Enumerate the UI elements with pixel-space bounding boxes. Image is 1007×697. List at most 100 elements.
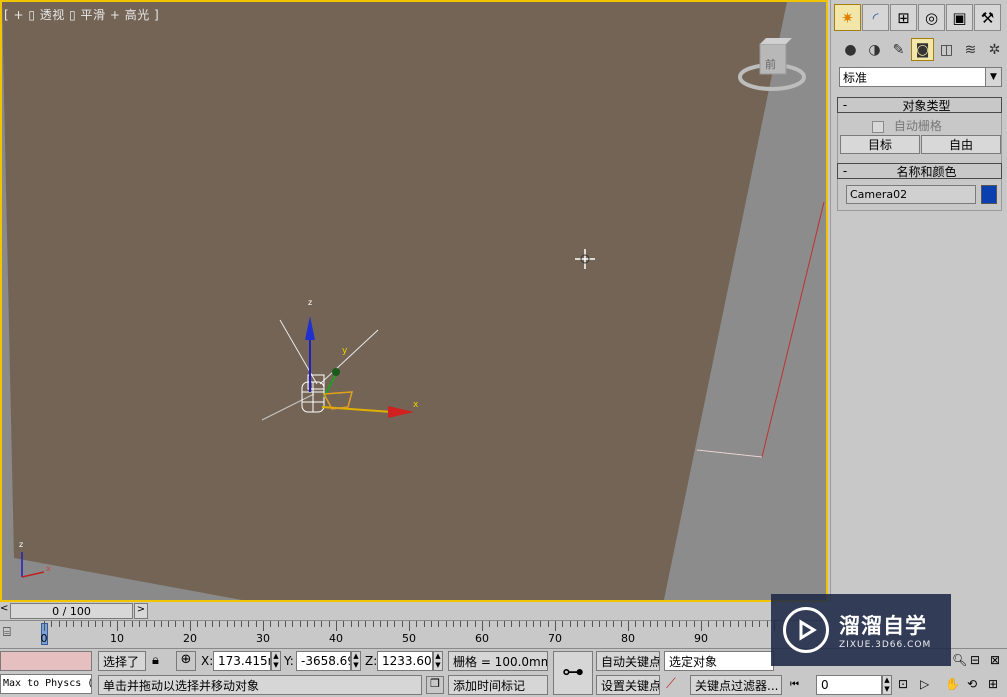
time-next-button[interactable]: > — [134, 603, 148, 619]
timeline-tick-label: 90 — [694, 632, 708, 645]
time-prev-button[interactable]: < — [0, 603, 9, 619]
viewport-label[interactable]: [ + ▯ 透视 ▯ 平滑 + 高光 ] — [4, 6, 159, 23]
timeline-tick — [518, 621, 520, 627]
collapse-icon[interactable]: - — [838, 98, 852, 112]
perspective-viewport[interactable]: [ + ▯ 透视 ▯ 平滑 + 高光 ] 前 z y x z x — [0, 0, 828, 602]
timeline-tick — [255, 621, 257, 627]
x-spinner[interactable]: ▲ ▼ — [271, 651, 281, 671]
modify-tab-icon[interactable]: ◜ — [862, 4, 889, 31]
timeline-tick — [708, 621, 710, 627]
cameras-icon[interactable]: ◙ — [911, 38, 934, 61]
timeline-tick — [306, 621, 308, 627]
timeline-tick — [350, 621, 352, 627]
y-spinner[interactable]: ▲ ▼ — [351, 651, 361, 671]
z-coordinate-input[interactable]: 1233.604m — [377, 651, 433, 671]
chevron-down-icon[interactable]: ▼ — [985, 68, 1001, 86]
timeline-tick-label: 80 — [621, 632, 635, 645]
hierarchy-tab-icon[interactable]: ⊞ — [890, 4, 917, 31]
goto-start-icon[interactable]: ⏮ — [790, 679, 799, 690]
z-spinner[interactable]: ▲ ▼ — [433, 651, 443, 671]
time-slider-bar: < 0 / 100 > — [0, 602, 828, 620]
systems-icon[interactable]: ✲ — [983, 38, 1006, 61]
timeline-tick-label: 10 — [110, 632, 124, 645]
timeline-tick — [555, 621, 556, 631]
maxscript-mini-listener[interactable]: Max to Physcs ( — [0, 674, 92, 694]
shapes-icon[interactable]: ◑ — [863, 38, 886, 61]
orbit-icon[interactable]: ⟲ — [967, 677, 977, 691]
timeline-tick-label: 20 — [183, 632, 197, 645]
pan-icon[interactable]: ✋ — [945, 677, 960, 691]
geometry-icon[interactable]: ● — [839, 38, 862, 61]
target-camera-button[interactable]: 目标 — [840, 135, 920, 154]
lights-icon[interactable]: ✎ — [887, 38, 910, 61]
absolute-mode-icon[interactable]: ⊕ — [176, 651, 196, 671]
timeline-tick — [153, 621, 155, 627]
timeline-tick — [226, 621, 228, 627]
name-color-rollout: - 名称和颜色 Camera02 — [837, 163, 1002, 211]
timeline-tick — [241, 621, 243, 627]
utilities-tab-icon[interactable]: ⚒ — [974, 4, 1001, 31]
motion-tab-icon[interactable]: ◎ — [918, 4, 945, 31]
zoom-extents-icon[interactable]: ⊠ — [990, 653, 1000, 667]
category-dropdown[interactable]: 标准 ▼ — [839, 67, 1002, 87]
timeline-ruler[interactable]: ⌸ 0 10 20 30 40 50 60 70 80 90 — [0, 620, 828, 648]
timeline-tick — [138, 621, 140, 627]
current-frame-input[interactable]: 0 — [816, 675, 882, 695]
timeline-tick — [766, 621, 768, 627]
create-tab-icon[interactable]: ✷ — [834, 4, 861, 31]
timeline-tick-label: 0 — [40, 632, 48, 645]
selection-set-dropdown[interactable]: 选定对象 — [664, 651, 774, 671]
timeline-tick — [649, 621, 651, 627]
set-key-icon[interactable]: ⊶ — [553, 651, 593, 695]
timeline-tick — [58, 621, 60, 627]
corner-axis-x-label: x — [46, 564, 51, 573]
corner-axis-z-label: z — [19, 540, 24, 549]
zoom-icon[interactable]: 🔍︎ — [952, 653, 967, 667]
maxscript-listener-pink[interactable] — [0, 651, 92, 671]
frame-spinner[interactable]: ▲ ▼ — [882, 675, 892, 695]
timeline-tick — [65, 621, 67, 627]
timeline-tick — [263, 621, 264, 631]
timeline-tick — [533, 621, 535, 627]
collapse-icon[interactable]: - — [838, 164, 852, 178]
display-tab-icon[interactable]: ▣ — [946, 4, 973, 31]
timeline-tick — [474, 621, 476, 627]
timeline-tick — [496, 621, 498, 627]
curve-editor-icon[interactable]: ⟋ — [666, 676, 686, 694]
helpers-icon[interactable]: ◫ — [935, 38, 958, 61]
time-slider[interactable]: 0 / 100 — [10, 603, 133, 619]
lock-icon[interactable]: 🔒︎ — [152, 653, 159, 668]
checkbox-icon[interactable] — [872, 120, 884, 133]
spacewarps-icon[interactable]: ≋ — [959, 38, 982, 61]
auto-grid-checkbox[interactable]: 自动栅格 — [872, 117, 942, 134]
key-filters-button[interactable]: 关键点过滤器... — [690, 675, 782, 695]
timeline-tick — [620, 621, 622, 627]
name-color-rollout-header[interactable]: - 名称和颜色 — [837, 163, 1002, 179]
time-tag-icon[interactable]: ❐ — [426, 676, 444, 694]
maximize-viewport-icon[interactable]: ⊞ — [988, 677, 998, 691]
object-name-input[interactable]: Camera02 — [846, 185, 976, 204]
free-camera-button[interactable]: 自由 — [921, 135, 1001, 154]
timeline-tick — [277, 621, 279, 627]
timeline-tick — [387, 621, 389, 627]
x-coordinate-input[interactable]: 173.415mr — [213, 651, 271, 671]
command-panel: ✷ ◜ ⊞ ◎ ▣ ⚒ ● ◑ ✎ ◙ ◫ ≋ ✲ 标准 ▼ - 对象类型 自动… — [830, 0, 1007, 602]
object-color-swatch[interactable] — [981, 185, 997, 204]
timeline-tick — [584, 621, 586, 627]
play-icon[interactable]: ▷ — [920, 677, 929, 691]
auto-key-button[interactable]: 自动关键点 — [596, 651, 660, 671]
viewcube-face-label: 前 — [765, 58, 776, 71]
timeline-tick — [635, 621, 637, 627]
toggle-trackbar-icon[interactable]: ⌸ — [3, 625, 23, 643]
timeline-tick — [284, 621, 286, 627]
zoom-all-icon[interactable]: ⊟ — [970, 653, 980, 667]
timeline-tick — [430, 621, 432, 627]
key-mode-icon[interactable]: ⊡ — [898, 677, 908, 691]
add-time-tag[interactable]: 添加时间标记 — [448, 675, 548, 695]
watermark-title: 溜溜自学 — [839, 614, 927, 638]
play-logo-icon — [783, 607, 829, 653]
timeline-tick — [328, 621, 330, 627]
object-type-rollout-header[interactable]: - 对象类型 — [837, 97, 1002, 113]
set-key-button[interactable]: 设置关键点 — [596, 675, 660, 695]
y-coordinate-input[interactable]: -3658.694 — [296, 651, 351, 671]
